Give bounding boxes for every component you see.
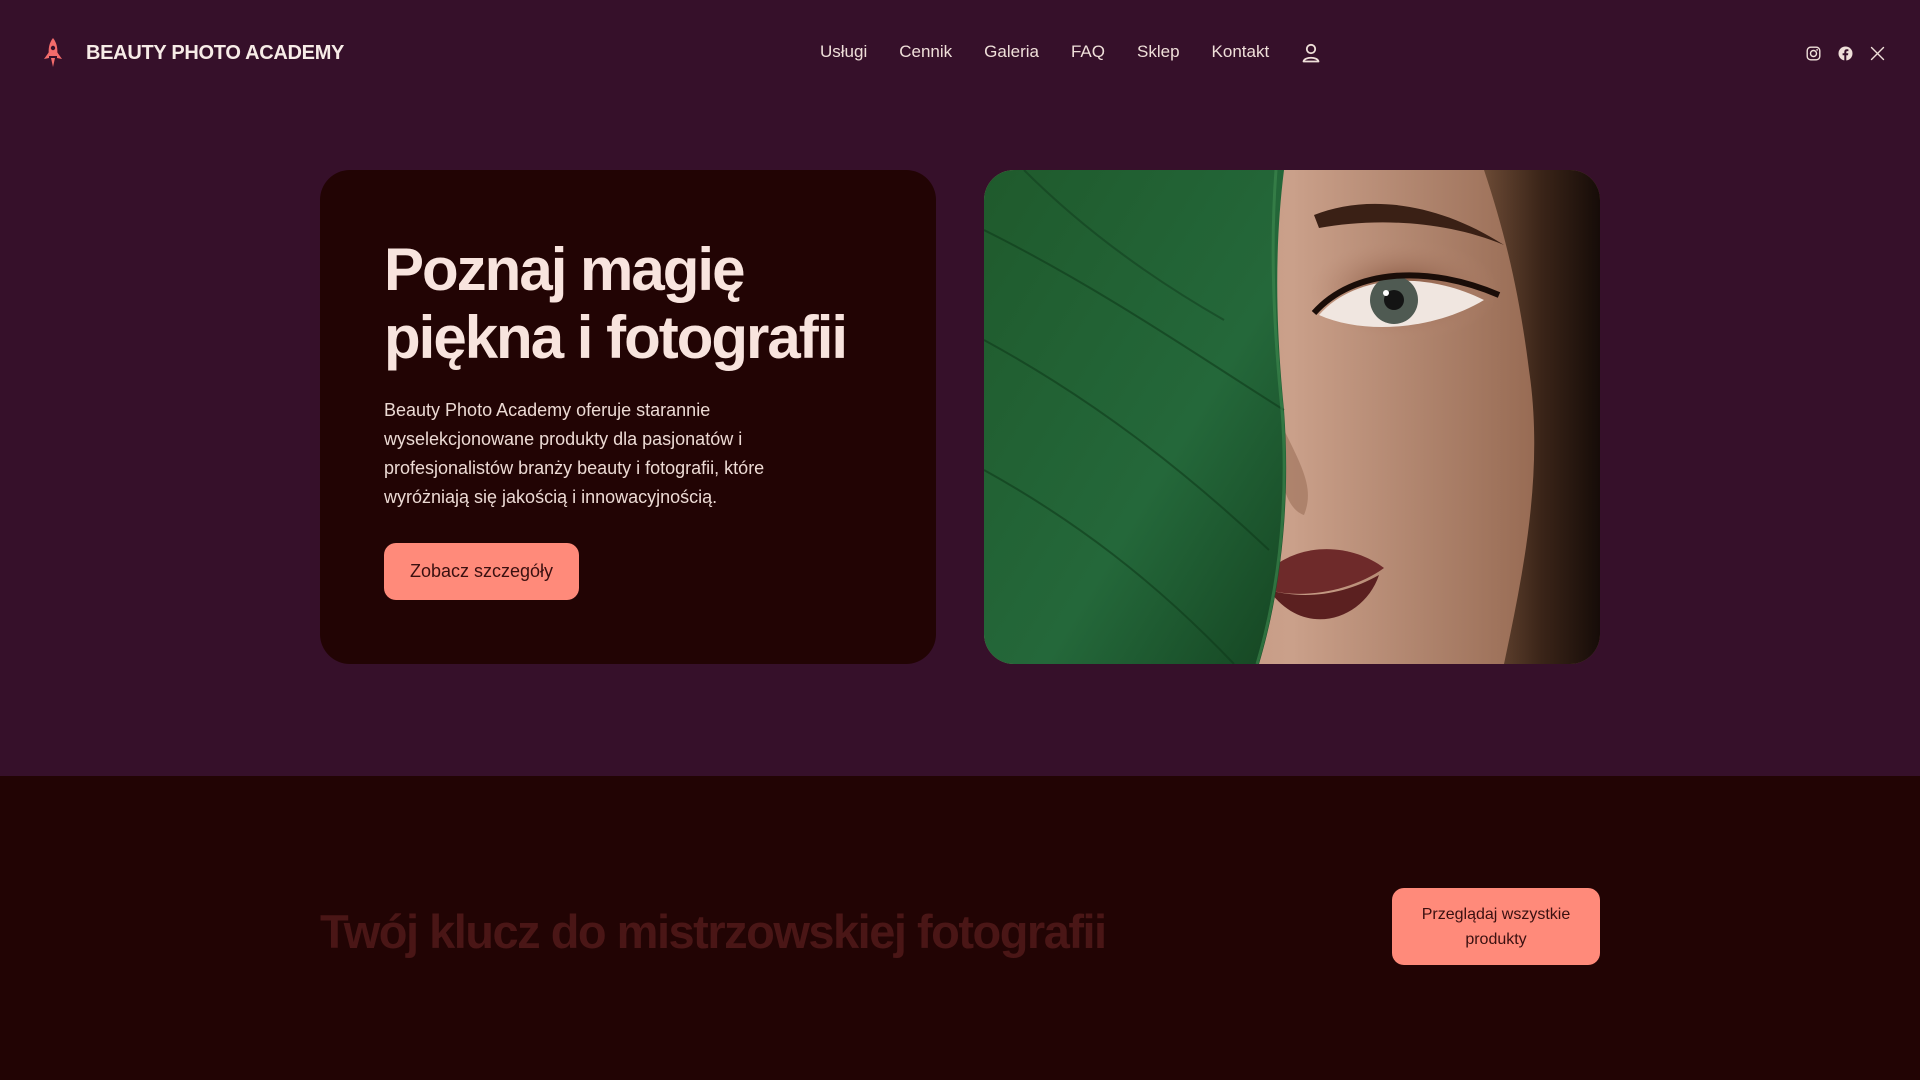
x-icon[interactable] [1870,46,1885,61]
brand[interactable]: BEAUTY PHOTO ACADEMY [42,36,344,70]
nav-item-sklep[interactable]: Sklep [1137,42,1180,62]
main-nav: Usługi Cennik Galeria FAQ Sklep Kontakt [820,40,1269,64]
details-button[interactable]: Zobacz szczegóły [384,543,580,600]
site-header: BEAUTY PHOTO ACADEMY Usługi Cennik Galer… [0,0,1920,105]
hero-card: Poznaj magię piękna i fotografii Beauty … [320,170,936,664]
nav-item-galeria[interactable]: Galeria [984,42,1039,62]
hero-description: Beauty Photo Academy oferuje starannie w… [384,400,765,507]
nav-item-cennik[interactable]: Cennik [899,42,952,62]
brand-name: BEAUTY PHOTO ACADEMY [86,41,345,64]
hero-title-line-2: piękna i fotografii [384,304,848,371]
social-links [1806,44,1885,62]
section-title: Twój klucz do mistrzowskiej fotografii [320,905,1107,958]
nav-item-kontakt[interactable]: Kontakt [1212,42,1270,62]
hero-title: Poznaj magię piękna i fotografii [384,236,904,372]
nav-item-uslugi[interactable]: Usługi [820,42,867,62]
hero-title-line-1: Poznaj magię [384,236,745,303]
hero-image [984,170,1600,664]
products-section: Twój klucz do mistrzowskiej fotografii P… [0,776,1920,1080]
facebook-icon[interactable] [1838,46,1853,61]
nav-item-faq[interactable]: FAQ [1071,42,1105,62]
browse-products-button[interactable]: Przeglądaj wszystkie produkty [1392,888,1600,965]
instagram-icon[interactable] [1806,46,1821,61]
rocket-icon [44,38,62,67]
user-icon[interactable] [1301,42,1321,64]
